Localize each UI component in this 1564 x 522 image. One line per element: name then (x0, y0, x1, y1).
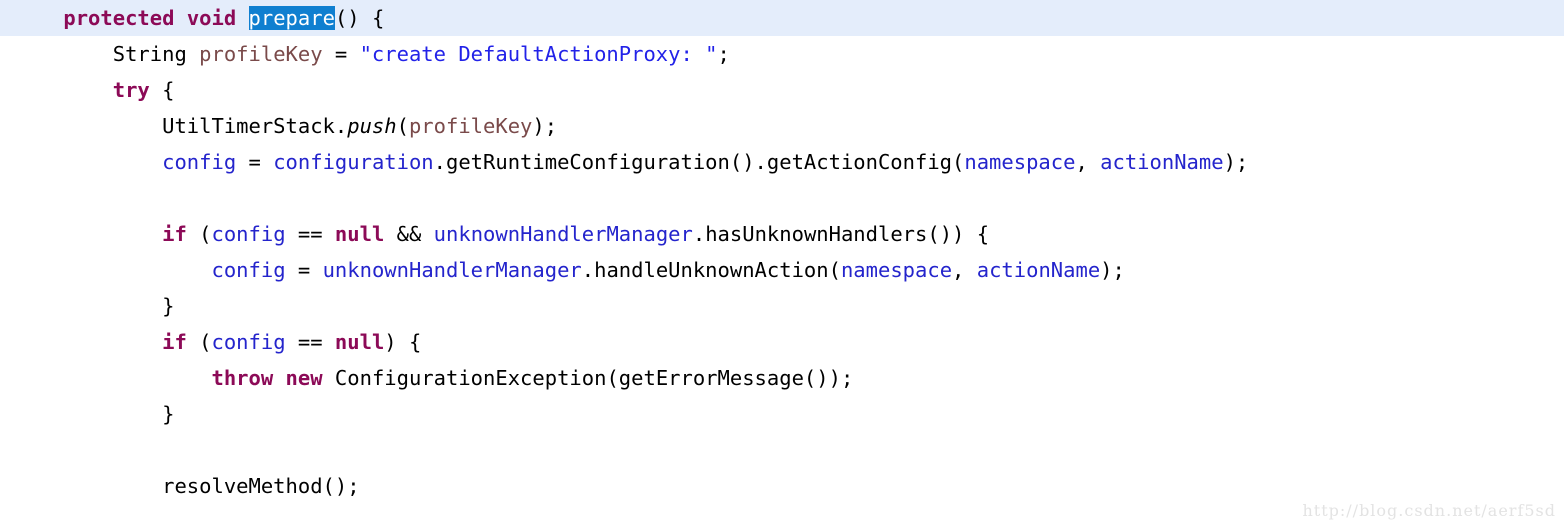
code-token: if (162, 222, 187, 246)
code-line[interactable]: } (0, 288, 1564, 324)
code-token: .hasUnknownHandlers()) { (692, 222, 990, 246)
code-token: "create DefaultActionProxy: " (359, 42, 718, 66)
code-token: = (236, 150, 274, 174)
code-token: namespace (964, 150, 1076, 174)
code-token: unknownHandlerManager (322, 258, 582, 282)
code-token: ( (186, 330, 212, 354)
code-line[interactable]: UtilTimerStack.push(profileKey); (0, 108, 1564, 144)
code-line[interactable]: resolveMethod(); (0, 468, 1564, 504)
code-token: try (112, 78, 150, 102)
code-token: ) { (384, 330, 422, 354)
code-token: String (14, 42, 200, 66)
code-token: configuration (273, 150, 434, 174)
code-token: null (334, 330, 385, 354)
code-token: config (162, 150, 237, 174)
code-token: namespace (840, 258, 953, 282)
code-token: config (211, 330, 286, 354)
code-line[interactable] (0, 432, 1564, 468)
code-token: if (162, 330, 187, 354)
code-token: config (211, 222, 286, 246)
code-token: ( (396, 114, 409, 138)
watermark-text: http://blog.csdn.net/aerf5sd (1302, 501, 1556, 520)
code-line[interactable]: try { (0, 72, 1564, 108)
code-token: } (14, 294, 175, 318)
code-token: resolveMethod(); (14, 474, 360, 498)
code-token: throw (211, 366, 274, 390)
code-line[interactable]: config = configuration.getRuntimeConfigu… (0, 144, 1564, 180)
code-token: } (14, 402, 175, 426)
code-token: profileKey (408, 114, 533, 138)
code-token: ( (186, 222, 212, 246)
code-token: push (347, 114, 397, 138)
code-line[interactable] (0, 180, 1564, 216)
code-line[interactable]: } (0, 396, 1564, 432)
code-token: , (1075, 150, 1101, 174)
code-token: actionName (1100, 150, 1224, 174)
code-token: ; (717, 42, 730, 66)
code-token: void (186, 6, 237, 30)
code-editor[interactable]: protected void prepare() { String profil… (0, 0, 1564, 522)
code-token: profileKey (199, 42, 323, 66)
code-token: = (285, 258, 323, 282)
code-line[interactable]: String profileKey = "create DefaultActio… (0, 36, 1564, 72)
code-token: && (384, 222, 434, 246)
code-token: { (149, 78, 175, 102)
code-token: protected (63, 6, 175, 30)
code-token: unknownHandlerManager (433, 222, 693, 246)
code-line[interactable]: config = unknownHandlerManager.handleUnk… (0, 252, 1564, 288)
code-token: .handleUnknownAction( (581, 258, 841, 282)
code-token: ConfigurationException(getErrorMessage()… (322, 366, 854, 390)
code-line[interactable]: if (config == null) { (0, 324, 1564, 360)
code-token: new (285, 366, 323, 390)
code-token: ); (532, 114, 558, 138)
code-token: == (285, 330, 335, 354)
code-line[interactable]: if (config == null && unknownHandlerMana… (0, 216, 1564, 252)
code-token: ); (1223, 150, 1249, 174)
code-token: null (334, 222, 385, 246)
code-token: = (322, 42, 360, 66)
code-token: , (952, 258, 977, 282)
code-token: actionName (976, 258, 1101, 282)
selected-token: prepare (248, 6, 335, 30)
code-token: UtilTimerStack. (14, 114, 348, 138)
code-line[interactable]: throw new ConfigurationException(getErro… (0, 360, 1564, 396)
code-token: ); (1100, 258, 1125, 282)
code-line[interactable]: protected void prepare() { (0, 0, 1564, 36)
code-token: .getRuntimeConfiguration().getActionConf… (433, 150, 965, 174)
code-token: () { (334, 6, 385, 30)
code-token: == (285, 222, 335, 246)
code-token: config (211, 258, 286, 282)
code-content[interactable]: protected void prepare() { String profil… (0, 0, 1564, 504)
